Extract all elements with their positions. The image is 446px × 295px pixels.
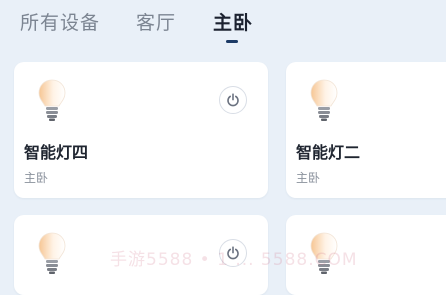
device-name: 智能灯二	[296, 143, 361, 162]
device-card-1[interactable]: 智能灯四 主卧	[14, 62, 268, 198]
device-name: 智能灯四	[24, 143, 89, 162]
watermark: 手游5588 • 1 ... 5588.COM	[110, 250, 358, 270]
device-room: 主卧	[296, 171, 321, 185]
room-tabs: 所有设备 客厅 主卧	[0, 0, 446, 50]
tab-master-bedroom[interactable]: 主卧	[213, 8, 253, 35]
power-button[interactable]	[219, 86, 247, 114]
active-tab-indicator	[226, 40, 238, 43]
power-icon	[227, 93, 239, 107]
light-bulb-icon	[310, 79, 338, 121]
light-bulb-icon	[38, 79, 66, 121]
device-card-2[interactable]: 智能灯二 主卧	[286, 62, 446, 198]
light-bulb-icon	[38, 232, 66, 274]
tab-living-room[interactable]: 客厅	[136, 8, 176, 35]
device-room: 主卧	[24, 171, 49, 185]
tab-all-devices[interactable]: 所有设备	[20, 8, 100, 35]
